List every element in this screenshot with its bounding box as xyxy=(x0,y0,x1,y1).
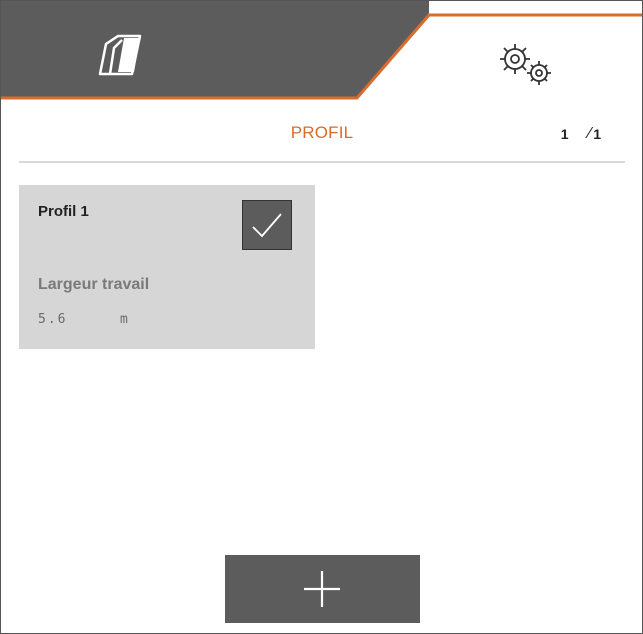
page-total: 1 xyxy=(593,126,601,142)
tab-bar xyxy=(1,1,642,105)
header-row: PROFIL 1 ⁄ 1 xyxy=(19,109,625,163)
screen: PROFIL 1 ⁄ 1 Profil 1 Largeur travail 5.… xyxy=(0,0,643,634)
page-title: PROFIL xyxy=(290,123,354,142)
pager: 1 ⁄ 1 xyxy=(561,125,601,143)
machine-icon xyxy=(96,34,146,81)
add-profile-button[interactable] xyxy=(225,555,420,623)
check-icon xyxy=(252,213,282,238)
param-value: 5.6 xyxy=(38,312,68,327)
page-separator: ⁄ xyxy=(588,125,592,142)
page-current: 1 xyxy=(560,126,569,142)
profile-select-checkbox[interactable] xyxy=(242,200,292,250)
profile-card[interactable]: Profil 1 Largeur travail 5.6 m xyxy=(19,185,315,349)
param-label: Largeur travail xyxy=(38,276,150,293)
settings-gears-icon xyxy=(497,41,559,94)
param-unit: m xyxy=(120,312,128,327)
profile-name: Profil 1 xyxy=(38,203,89,220)
tab-machine[interactable] xyxy=(1,1,429,97)
plus-icon xyxy=(304,571,340,607)
